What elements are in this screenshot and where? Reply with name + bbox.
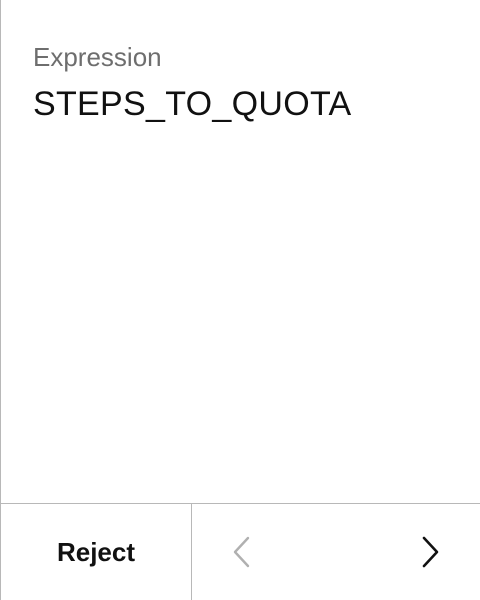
previous-button[interactable] — [212, 504, 272, 600]
expression-card: Expression STEPS_TO_QUOTA — [33, 40, 464, 124]
expression-value: STEPS_TO_QUOTA — [33, 85, 352, 123]
expression-screen: Expression STEPS_TO_QUOTA Reject — [0, 0, 480, 600]
chevron-right-icon — [422, 536, 439, 568]
chevron-left-icon — [233, 536, 250, 568]
expression-label: Expression — [33, 42, 162, 72]
reject-button[interactable]: Reject — [1, 504, 192, 600]
navigation-controls — [192, 504, 480, 600]
next-button[interactable] — [400, 504, 460, 600]
action-bar: Reject — [1, 503, 480, 600]
